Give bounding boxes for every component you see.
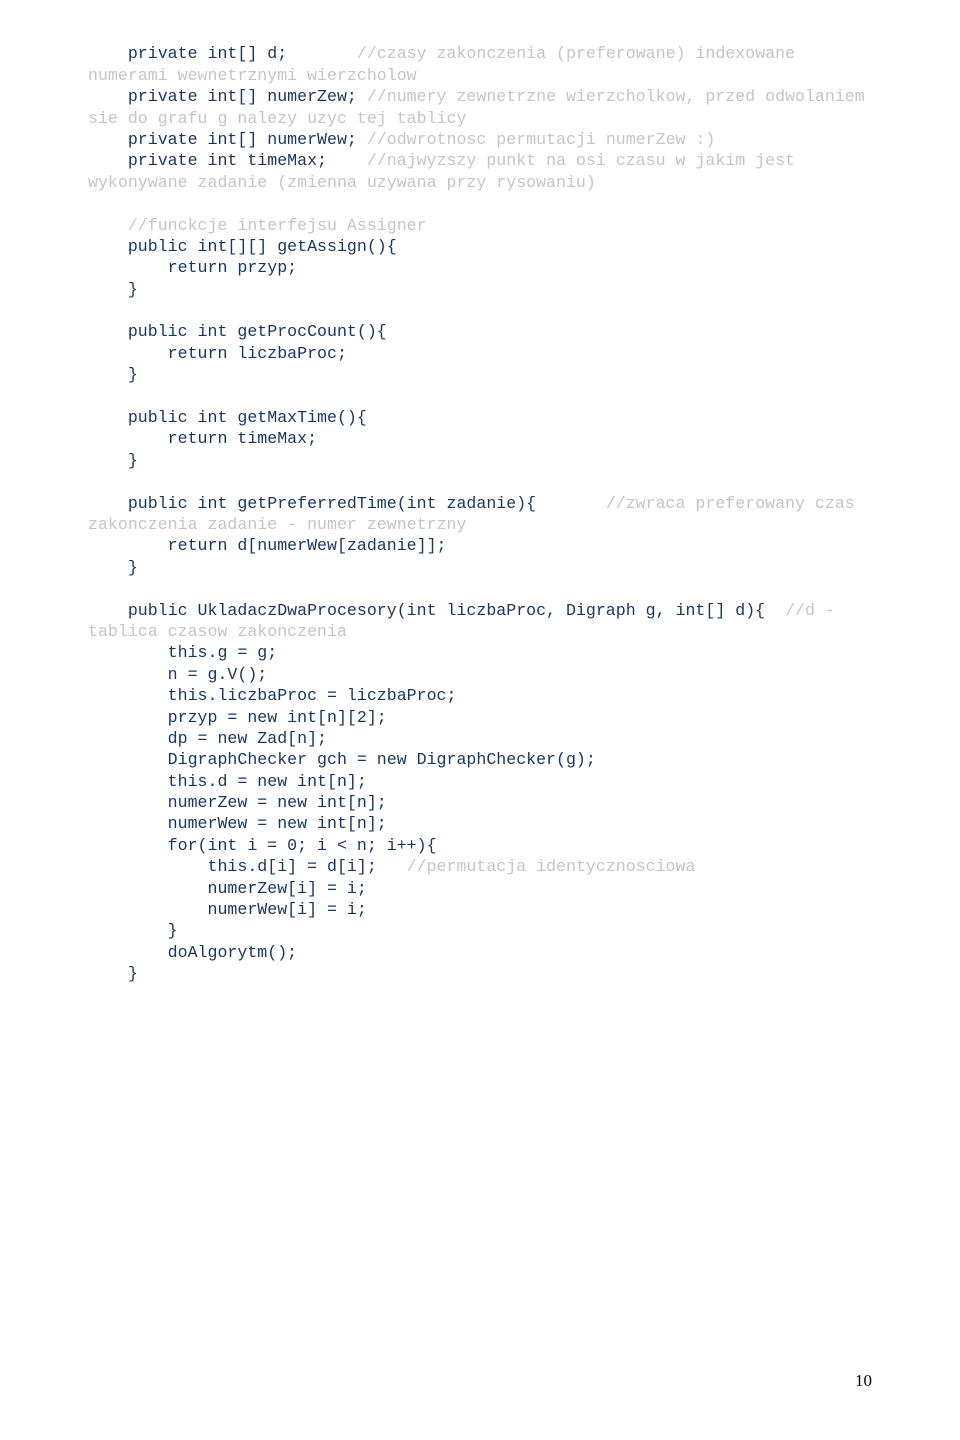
- code-comment: sie do grafu g nalezy uzyc tej tablicy: [88, 109, 466, 128]
- code-line: return liczbaProc;: [88, 344, 347, 363]
- code-line: }: [88, 921, 178, 940]
- code-comment: //numery zewnetrzne wierzcholkow, przed …: [367, 87, 865, 106]
- code-line: numerWew[i] = i;: [88, 900, 367, 919]
- code-line: DigraphChecker gch = new DigraphChecker(…: [88, 750, 596, 769]
- code-line: private int timeMax;: [88, 151, 367, 170]
- code-line: }: [88, 451, 138, 470]
- code-comment: //zwraca preferowany czas: [606, 494, 855, 513]
- code-line: numerZew[i] = i;: [88, 879, 367, 898]
- code-line: private int[] numerWew;: [88, 130, 367, 149]
- code-line: return timeMax;: [88, 429, 317, 448]
- code-line: return d[numerWew[zadanie]];: [88, 536, 446, 555]
- code-line: }: [88, 365, 138, 384]
- code-line: private int[] d;: [88, 44, 357, 63]
- code-line: this.d = new int[n];: [88, 772, 367, 791]
- code-line: this.g = g;: [88, 643, 277, 662]
- code-line: }: [88, 280, 138, 299]
- page-number: 10: [855, 1370, 872, 1392]
- code-comment: //funckcje interfejsu Assigner: [88, 216, 427, 235]
- code-comment: //odwrotnosc permutacji numerZew :): [367, 130, 716, 149]
- code-comment: //najwyzszy punkt na osi czasu w jakim j…: [367, 151, 795, 170]
- code-line: return przyp;: [88, 258, 297, 277]
- code-line: public int getProcCount(){: [88, 322, 387, 341]
- code-line: doAlgorytm();: [88, 943, 297, 962]
- code-line: private int[] numerZew;: [88, 87, 367, 106]
- code-comment: wykonywane zadanie (zmienna uzywana przy…: [88, 173, 596, 192]
- code-line: for(int i = 0; i < n; i++){: [88, 836, 437, 855]
- code-line: public int getMaxTime(){: [88, 408, 367, 427]
- code-comment: numerami wewnetrznymi wierzcholow: [88, 66, 417, 85]
- code-line: }: [88, 558, 138, 577]
- code-line: n = g.V();: [88, 665, 267, 684]
- code-line: this.d[i] = d[i];: [88, 857, 407, 876]
- code-comment: //d -: [785, 601, 835, 620]
- code-line: numerWew = new int[n];: [88, 814, 387, 833]
- code-line: public UkladaczDwaProcesory(int liczbaPr…: [88, 601, 785, 620]
- code-line: przyp = new int[n][2];: [88, 708, 387, 727]
- document-page: private int[] d; //czasy zakonczenia (pr…: [0, 0, 960, 1440]
- code-line: numerZew = new int[n];: [88, 793, 387, 812]
- code-line: dp = new Zad[n];: [88, 729, 327, 748]
- code-comment: //permutacja identycznosciowa: [407, 857, 696, 876]
- code-line: public int[][] getAssign(){: [88, 237, 397, 256]
- code-comment: zakonczenia zadanie - numer zewnetrzny: [88, 515, 466, 534]
- code-line: public int getPreferredTime(int zadanie)…: [88, 494, 606, 513]
- code-line: }: [88, 964, 138, 983]
- code-comment: //czasy zakonczenia (preferowane) indexo…: [357, 44, 795, 63]
- code-line: this.liczbaProc = liczbaProc;: [88, 686, 456, 705]
- code-comment: tablica czasow zakonczenia: [88, 622, 347, 641]
